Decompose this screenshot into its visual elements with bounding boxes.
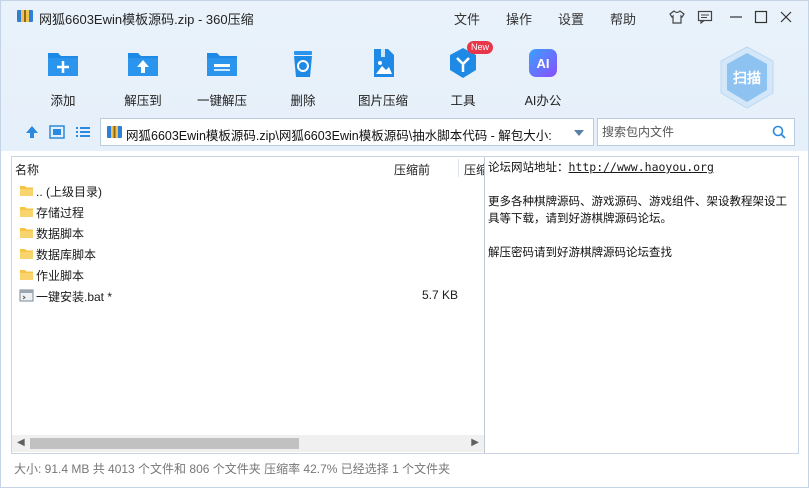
column-separator bbox=[458, 159, 459, 177]
window-title: 网狐6603Ewin模板源码.zip - 360压缩 bbox=[39, 12, 254, 27]
search-input[interactable] bbox=[602, 123, 762, 141]
forum-link[interactable]: http://www.haoyou.org bbox=[569, 160, 714, 174]
tools-label: 工具 bbox=[450, 94, 476, 108]
image-compress-button[interactable]: 图片压缩 bbox=[348, 45, 418, 109]
one-click-extract-button[interactable]: 一键解压 bbox=[187, 45, 257, 109]
delete-icon bbox=[285, 45, 321, 81]
scan-label: 扫描 bbox=[733, 70, 761, 86]
menu-help[interactable]: 帮助 bbox=[610, 9, 636, 28]
file-list-pane: 名称 压缩前 压缩 .. (上级目录) 存储过程 数据脚本 数据库脚本 bbox=[12, 157, 485, 453]
scroll-left-icon[interactable]: ◀ bbox=[17, 437, 25, 448]
folder-icon bbox=[20, 186, 33, 196]
comment-download-text: 更多各种棋牌源码、游戏源码、游戏组件、架设教程架设工具等下载，请到好游棋牌源码论… bbox=[488, 194, 787, 225]
minimize-icon[interactable] bbox=[726, 7, 746, 27]
file-name: 存储过程 bbox=[36, 206, 85, 220]
address-bar[interactable]: 网狐6603Ewin模板源码.zip\网狐6603Ewin模板源码\抽水脚本代码… bbox=[100, 118, 594, 146]
add-label: 添加 bbox=[50, 94, 76, 108]
search-box[interactable] bbox=[597, 118, 795, 146]
skin-icon[interactable] bbox=[667, 7, 687, 27]
column-header-before[interactable]: 压缩前 bbox=[394, 161, 430, 178]
content-panes: 名称 压缩前 压缩 .. (上级目录) 存储过程 数据脚本 数据库脚本 bbox=[11, 156, 799, 454]
one-click-extract-icon bbox=[204, 45, 240, 81]
column-header-name[interactable]: 名称 bbox=[15, 161, 39, 178]
image-compress-label: 图片压缩 bbox=[357, 94, 408, 108]
extract-to-label: 解压到 bbox=[124, 94, 162, 108]
address-path: 网狐6603Ewin模板源码.zip\网狐6603Ewin模板源码\抽水脚本代码… bbox=[126, 129, 552, 143]
up-arrow-icon[interactable] bbox=[23, 125, 41, 139]
new-badge: New bbox=[467, 41, 494, 54]
add-icon bbox=[45, 45, 81, 81]
app-window: 网狐6603Ewin模板源码.zip - 360压缩 文件 操作 设置 帮助 添… bbox=[0, 0, 809, 488]
thumbnail-view-icon[interactable] bbox=[48, 125, 66, 139]
file-row[interactable]: 存储过程 bbox=[12, 201, 482, 222]
file-name: 作业脚本 bbox=[36, 269, 85, 283]
scroll-right-icon[interactable]: ▶ bbox=[471, 437, 479, 448]
file-row-parent[interactable]: .. (上级目录) bbox=[12, 180, 482, 201]
ai-office-label: AI办公 bbox=[524, 94, 562, 108]
file-row[interactable]: 数据库脚本 bbox=[12, 243, 482, 264]
ai-icon-text: AI bbox=[537, 56, 550, 71]
menu-operation[interactable]: 操作 bbox=[506, 9, 532, 28]
tools-button[interactable]: New 工具 bbox=[428, 41, 498, 109]
delete-button[interactable]: 删除 bbox=[268, 45, 338, 109]
title-bar: 网狐6603Ewin模板源码.zip - 360压缩 文件 操作 设置 帮助 bbox=[1, 1, 808, 31]
extract-to-icon bbox=[125, 45, 161, 81]
file-size: 5.7 KB bbox=[421, 288, 458, 302]
ai-office-button[interactable]: AI AI办公 bbox=[508, 45, 578, 109]
extract-to-button[interactable]: 解压到 bbox=[108, 45, 178, 109]
folder-icon bbox=[20, 249, 33, 259]
zip-archive-icon bbox=[107, 126, 122, 138]
file-name: .. (上级目录) bbox=[36, 185, 102, 199]
menu-settings[interactable]: 设置 bbox=[558, 9, 584, 28]
zip-archive-icon bbox=[17, 10, 33, 22]
image-compress-icon bbox=[365, 45, 401, 81]
scan-button[interactable]: 扫描 bbox=[717, 45, 777, 111]
file-name: 数据脚本 bbox=[36, 227, 85, 241]
file-name: 数据库脚本 bbox=[36, 248, 97, 262]
close-icon[interactable] bbox=[776, 7, 796, 27]
delete-label: 删除 bbox=[290, 94, 316, 108]
comment-forum-label: 论坛网站地址： bbox=[488, 160, 569, 174]
status-bar: 大小: 91.4 MB 共 4013 个文件和 806 个文件夹 压缩率 42.… bbox=[14, 462, 451, 476]
column-header-after[interactable]: 压缩 bbox=[464, 161, 484, 178]
maximize-icon[interactable] bbox=[751, 7, 771, 27]
file-row[interactable]: 数据脚本 bbox=[12, 222, 482, 243]
file-row[interactable]: 一键安装.bat * 5.7 KB bbox=[12, 285, 482, 306]
horizontal-scrollbar[interactable]: ◀ ▶ bbox=[12, 435, 484, 452]
comment-password-text: 解压密码请到好游棋牌源码论坛查找 bbox=[488, 245, 672, 259]
one-click-extract-label: 一键解压 bbox=[196, 94, 247, 108]
address-dropdown-icon[interactable] bbox=[573, 129, 585, 137]
folder-icon bbox=[20, 207, 33, 217]
list-view-icon[interactable] bbox=[74, 125, 92, 139]
search-icon[interactable] bbox=[772, 125, 786, 139]
file-row[interactable]: 作业脚本 bbox=[12, 264, 482, 285]
scrollbar-thumb[interactable] bbox=[30, 438, 299, 449]
folder-icon bbox=[20, 270, 33, 280]
tools-icon: New bbox=[445, 41, 494, 81]
batch-file-icon bbox=[19, 289, 34, 302]
ai-office-icon: AI bbox=[525, 45, 561, 81]
folder-icon bbox=[20, 228, 33, 238]
add-button[interactable]: 添加 bbox=[28, 45, 98, 109]
comment-pane: 论坛网站地址：http://www.haoyou.org 更多各种棋牌源码、游戏… bbox=[486, 157, 798, 453]
menu-file[interactable]: 文件 bbox=[454, 9, 480, 28]
file-name: 一键安装.bat * bbox=[36, 290, 113, 304]
feedback-icon[interactable] bbox=[695, 7, 715, 27]
archive-comment: 论坛网站地址：http://www.haoyou.org 更多各种棋牌源码、游戏… bbox=[488, 159, 796, 261]
